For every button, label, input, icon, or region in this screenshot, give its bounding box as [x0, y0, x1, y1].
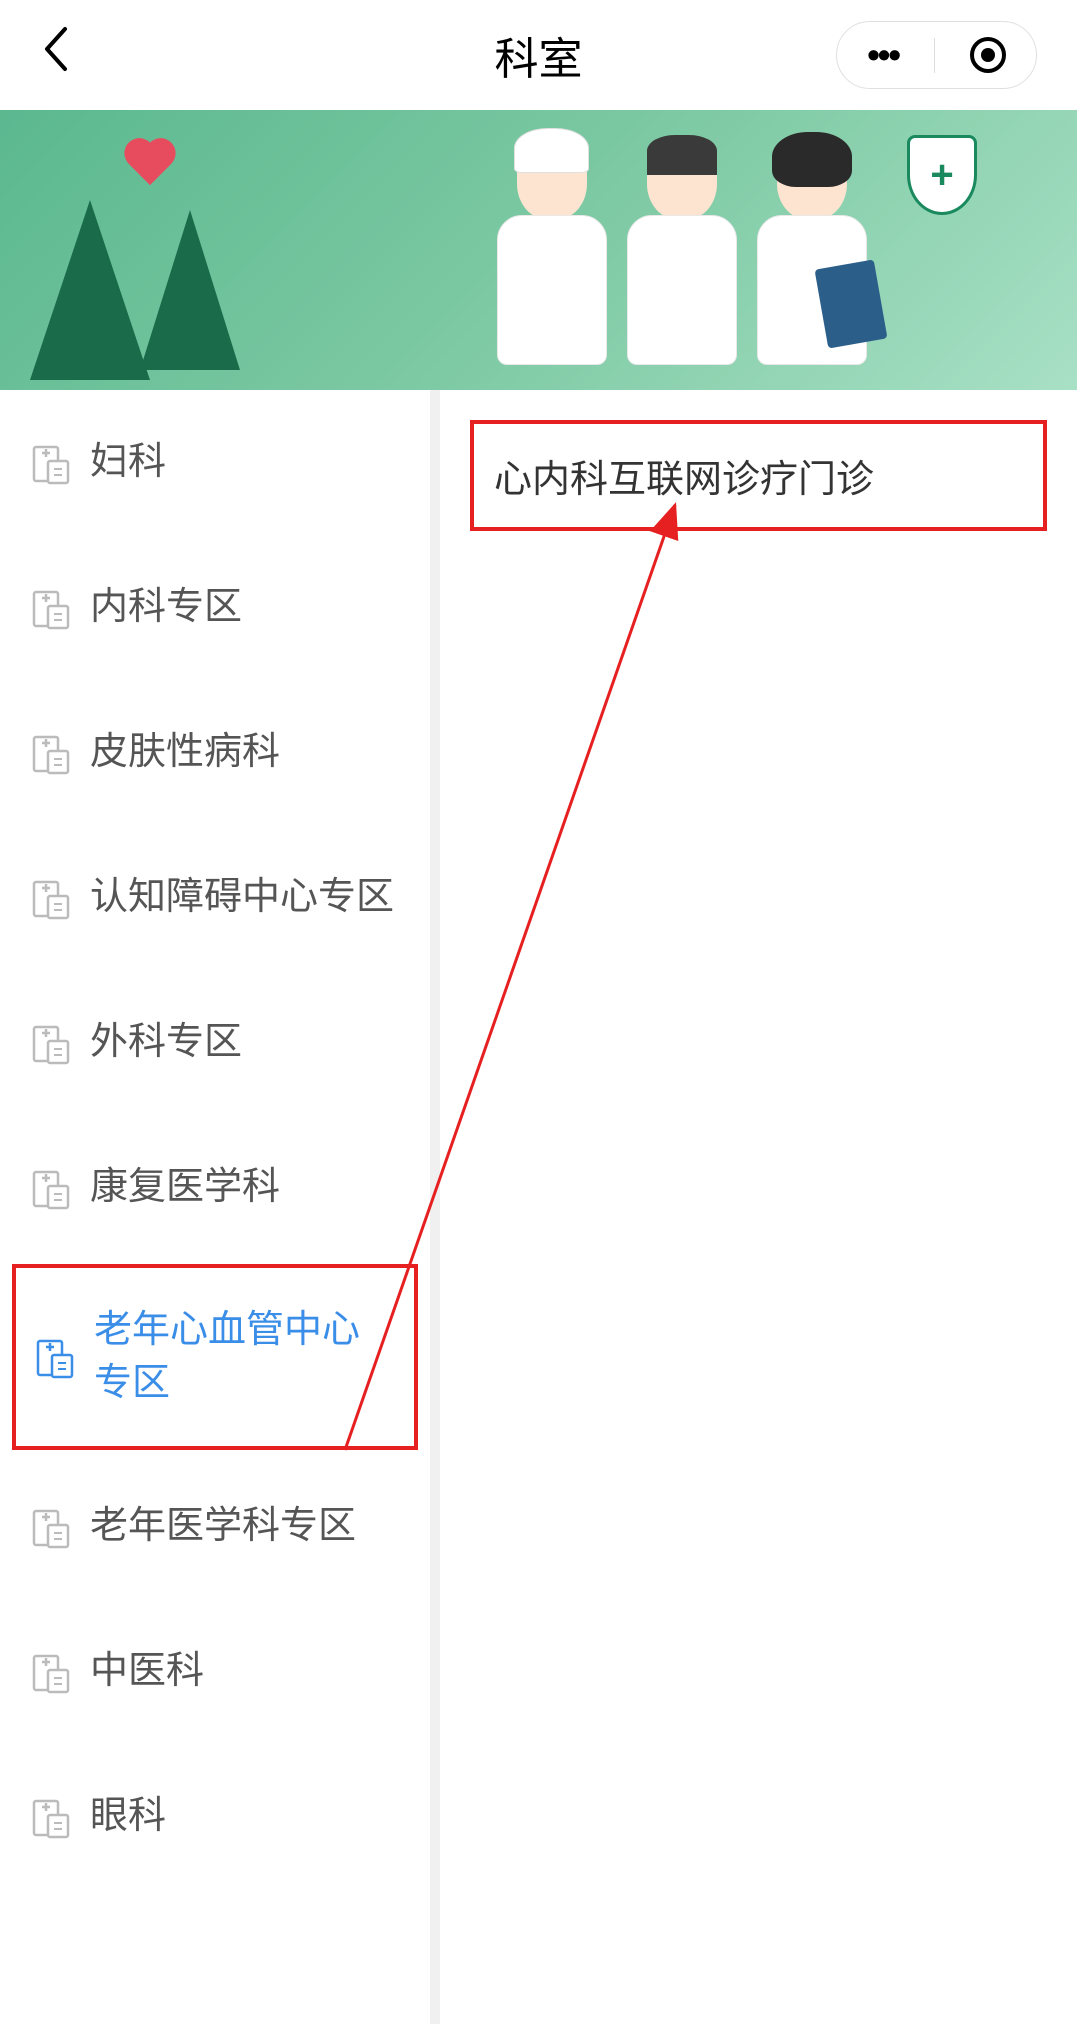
header-actions: ••• [836, 21, 1037, 89]
back-button[interactable] [40, 24, 72, 86]
clinic-panel: 心内科互联网诊疗门诊 [440, 390, 1077, 2024]
department-icon [30, 441, 70, 485]
sidebar-item-label: 眼科 [90, 1790, 166, 1843]
tree-decoration [30, 200, 150, 380]
content-area: 妇科 内科专区 皮肤性病科 认知障碍中心专区 外科专区 [0, 390, 1077, 2024]
sidebar-item[interactable]: 内科专区 [0, 535, 430, 680]
department-icon [34, 1335, 74, 1379]
more-icon[interactable]: ••• [867, 34, 899, 76]
sidebar-item-label: 皮肤性病科 [90, 726, 280, 779]
sidebar-item[interactable]: 妇科 [0, 390, 430, 535]
sidebar-item[interactable]: 老年心血管中心专区 [12, 1264, 418, 1450]
sidebar-item[interactable]: 外科专区 [0, 970, 430, 1115]
department-icon [30, 1650, 70, 1694]
sidebar-item-label: 中医科 [90, 1645, 204, 1698]
sidebar-item[interactable]: 皮肤性病科 [0, 680, 430, 825]
department-icon [30, 586, 70, 630]
shield-icon: + [907, 135, 977, 215]
sidebar-item-label: 外科专区 [90, 1016, 242, 1069]
department-icon [30, 1795, 70, 1839]
department-sidebar[interactable]: 妇科 内科专区 皮肤性病科 认知障碍中心专区 外科专区 [0, 390, 440, 2024]
sidebar-item-label: 康复医学科 [90, 1161, 280, 1214]
sidebar-item-label: 老年心血管中心专区 [94, 1304, 396, 1410]
sidebar-item[interactable]: 康复医学科 [0, 1115, 430, 1260]
sidebar-item-label: 老年医学科专区 [90, 1500, 356, 1553]
sidebar-item[interactable]: 认知障碍中心专区 [0, 825, 430, 970]
sidebar-item-label: 认知障碍中心专区 [90, 871, 394, 924]
department-icon [30, 876, 70, 920]
tree-decoration [140, 210, 240, 370]
sidebar-item[interactable]: 中医科 [0, 1599, 430, 1744]
department-icon [30, 731, 70, 775]
doctors-illustration [487, 140, 877, 390]
target-icon[interactable] [970, 37, 1006, 73]
chevron-left-icon [40, 24, 72, 74]
banner-image: + [0, 110, 1077, 390]
clinic-option[interactable]: 心内科互联网诊疗门诊 [470, 420, 1047, 531]
heart-icon [120, 140, 180, 195]
header-bar: 科室 ••• [0, 0, 1077, 110]
action-divider [934, 38, 935, 73]
department-icon [30, 1505, 70, 1549]
sidebar-item[interactable]: 眼科 [0, 1744, 430, 1889]
department-icon [30, 1021, 70, 1065]
sidebar-item[interactable]: 老年医学科专区 [0, 1454, 430, 1599]
department-icon [30, 1166, 70, 1210]
page-title: 科室 [495, 23, 583, 87]
sidebar-item-label: 内科专区 [90, 581, 242, 634]
sidebar-item-label: 妇科 [90, 436, 166, 489]
